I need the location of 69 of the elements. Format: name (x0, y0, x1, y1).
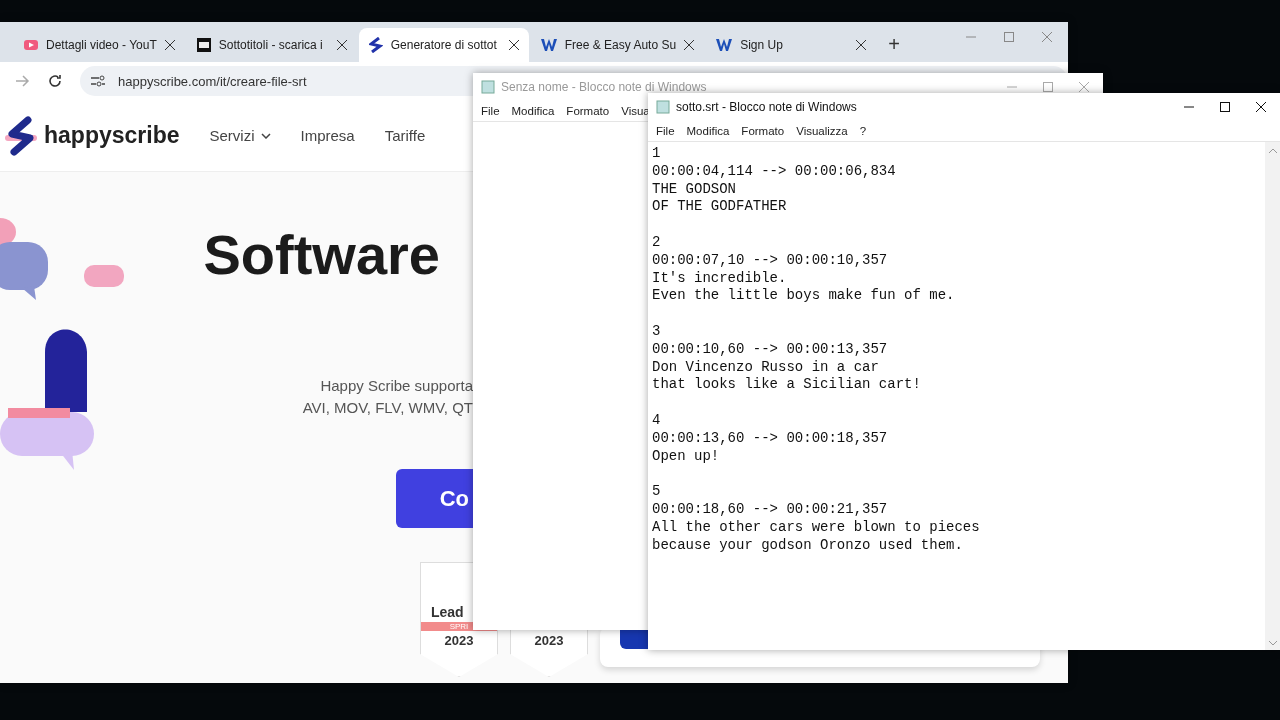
maximize-icon (1220, 101, 1230, 112)
menu-item[interactable]: Modifica (511, 104, 555, 117)
hero-subtitle: Happy Scribe supporta (319, 376, 473, 396)
logo-icon (540, 39, 557, 51)
menu-item[interactable]: File (481, 104, 500, 117)
text-line: It's incredible. (652, 269, 787, 288)
text-line: 5 (652, 483, 661, 501)
text-line: OF THE GODFATHER (652, 198, 787, 217)
logo-icon (716, 39, 733, 51)
text-line: All the other cars were blown to pieces (652, 518, 980, 537)
new-tab-button[interactable]: + (888, 33, 900, 56)
scrollbar[interactable] (1265, 142, 1280, 650)
hero-heading: Software (203, 222, 440, 287)
site-settings-icon (90, 74, 106, 88)
text-line: 00:00:04,114 --> 00:00:06,834 (652, 162, 896, 181)
text-line: 3 (652, 322, 661, 341)
nav-link[interactable]: Tariffe (384, 127, 426, 144)
text-line: 00:00:13,60 --> 00:00:18,357 (652, 429, 888, 448)
browser-tab[interactable]: Sottotitoli - scarica i (186, 28, 357, 62)
notepad-icon (481, 79, 495, 94)
window-title: Senza nome - Blocco note di Windows (501, 79, 707, 94)
menu-item[interactable]: File (656, 124, 675, 137)
menu-item[interactable]: Formato (741, 124, 785, 137)
text-line: that looks like a Sicilian cart! (652, 376, 921, 395)
text-line: 2 (652, 234, 661, 252)
video-icon (24, 40, 38, 50)
close-icon (684, 39, 695, 50)
maximize-icon (1004, 32, 1014, 42)
reload-icon (48, 74, 62, 88)
scroll-up-icon (1268, 148, 1277, 153)
notepad-icon (656, 99, 670, 114)
maximize-icon (1043, 81, 1053, 92)
close-icon (164, 39, 175, 50)
close-icon (1042, 32, 1052, 42)
browser-tab[interactable]: Sign Up (706, 28, 877, 62)
cta-button[interactable]: Co (395, 469, 473, 528)
menu-item[interactable]: ? (859, 124, 867, 137)
close-icon (1256, 101, 1266, 112)
browser-tab[interactable]: Dettagli video - YouT (14, 28, 185, 62)
text-line: 4 (652, 411, 661, 430)
logo-icon (4, 115, 38, 156)
browser-tab[interactable]: Generatore di sottot (358, 28, 529, 62)
close-icon (336, 39, 347, 50)
film-icon (196, 38, 211, 52)
text-line: 1 (652, 145, 661, 163)
scroll-down-icon (1268, 641, 1277, 646)
nav-link[interactable]: Servizi (209, 127, 271, 144)
menu-item[interactable]: Formato (566, 104, 610, 117)
text-line: Open up! (652, 447, 720, 466)
hero-subtitle: AVI, MOV, FLV, WMV, QT (302, 398, 473, 418)
text-line: Even the little boys make fun of me. (652, 287, 955, 306)
text-line: because your godson Oronzo used them. (652, 536, 963, 555)
window-title: sotto.srt - Blocco note di Windows (676, 99, 857, 114)
forward-icon (16, 75, 30, 87)
menu-item[interactable]: Visualizza (796, 124, 848, 137)
browser-tab[interactable]: Free & Easy Auto Su (530, 28, 705, 62)
nav-link[interactable]: Impresa (300, 127, 355, 144)
text-line: THE GODSON (652, 180, 736, 199)
menu-item[interactable]: Modifica (686, 124, 730, 137)
text-line: 00:00:07,10 --> 00:00:10,357 (652, 251, 888, 270)
text-line: 00:00:18,60 --> 00:00:21,357 (652, 500, 888, 519)
close-icon (1079, 81, 1089, 92)
close-icon (856, 39, 867, 50)
close-icon (508, 39, 519, 50)
url-text: happyscribe.com/it/creare-file-srt (118, 73, 307, 89)
text-line: Don Vincenzo Russo in a car (652, 358, 879, 377)
text-line: 00:00:10,60 --> 00:00:13,357 (652, 340, 888, 359)
logo-text: happyscribe (44, 122, 180, 149)
logo-icon (368, 37, 383, 53)
